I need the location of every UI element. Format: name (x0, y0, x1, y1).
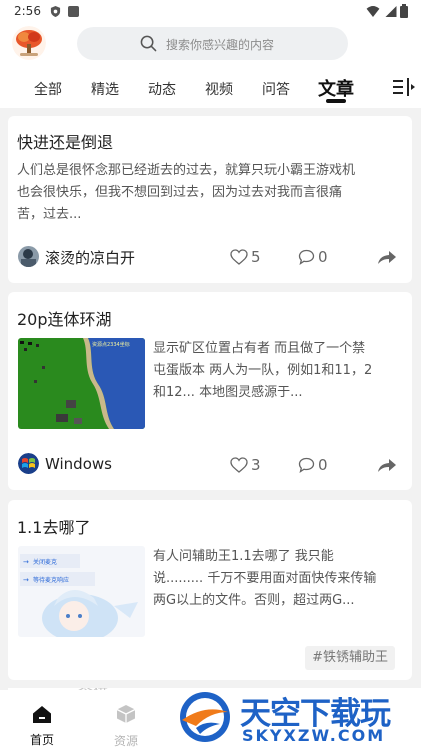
tab-qa[interactable]: 问答 (262, 79, 290, 99)
nav-home[interactable]: 首页 (12, 706, 72, 748)
post-card[interactable]: 快进还是倒退 人们总是很怀念那已经逝去的过去，就算只玩小霸王游戏机 也会很快乐，… (8, 116, 412, 283)
excerpt-line: 人们总是很怀念那已经逝去的过去，就算只玩小霸王游戏机 (17, 163, 356, 178)
watermark-logo (180, 692, 230, 742)
excerpt-line: 显示矿区位置占有者 而且做了一个禁 (153, 341, 366, 356)
like-icon[interactable] (230, 249, 248, 265)
thumb-line: 等待麦克响应 (33, 576, 69, 584)
status-bar: 2:56 (0, 0, 421, 24)
thumb-line: → (23, 576, 29, 584)
watermark-url: SKYXZW.COM (242, 726, 386, 745)
category-tabs: 全部 精选 动态 视频 问答 文章 (0, 66, 421, 108)
nav-resources[interactable]: 资源 (96, 704, 156, 748)
post-thumbnail[interactable]: 资源点2334坐标 (18, 338, 145, 429)
post-title[interactable]: 20p连体环湖 (17, 306, 112, 330)
excerpt-line: 屯蛋版本 两人为一队，例如1和11，2 (153, 363, 373, 378)
like-count: 5 (251, 248, 261, 266)
status-time: 2:56 (14, 4, 41, 18)
tab-video[interactable]: 视频 (205, 79, 233, 99)
excerpt-line: 说......... 千万不要用面对面快传来传输 (153, 571, 377, 586)
author-avatar[interactable] (18, 453, 39, 474)
search-placeholder: 搜索你感兴趣的内容 (166, 38, 275, 52)
post-excerpt: 人们总是很怀念那已经逝去的过去，就算只玩小霸王游戏机 也会很快乐，但我不想回到过… (17, 160, 407, 226)
topic-tag[interactable]: #铁锈辅助王 (305, 646, 395, 670)
shield-status-icon (50, 6, 61, 17)
top-header: 搜索你感兴趣的内容 (0, 24, 421, 66)
comment-icon[interactable] (298, 249, 315, 265)
tab-featured[interactable]: 精选 (91, 79, 119, 99)
post-excerpt: 有人问辅助王1.1去哪了 我只能 说......... 千万不要用面对面快传来传… (153, 546, 405, 612)
home-icon (33, 706, 51, 723)
search-icon (140, 35, 157, 52)
battery-icon (400, 4, 408, 18)
like-count: 3 (251, 456, 261, 474)
tab-activity[interactable]: 动态 (148, 79, 176, 99)
excerpt-line: 苦，过去... (17, 207, 82, 222)
user-avatar[interactable] (12, 26, 46, 60)
nav-home-label: 首页 (29, 733, 54, 747)
excerpt-line: 也会很快乐，但我不想回到过去，因为过去对我而言很痛 (17, 185, 343, 200)
author-name[interactable]: 滚烫的凉白开 (45, 247, 135, 268)
thumb-line: → (23, 558, 29, 566)
like-icon[interactable] (230, 457, 248, 473)
excerpt-line: 和12... 本地图灵感源于... (153, 385, 303, 400)
signal-icon (385, 6, 397, 17)
thumb-caption: 资源点2334坐标 (92, 341, 130, 348)
thumb-line: 关闭麦克 (33, 558, 57, 566)
post-card[interactable]: 20p连体环湖 资源点2334坐标 显示矿区位置占有者 而且做了一个禁 屯蛋版本… (8, 292, 412, 490)
cube-icon (116, 705, 136, 723)
tab-articles[interactable]: 文章 (318, 75, 354, 101)
notification-status-icon (68, 6, 79, 17)
author-avatar[interactable] (18, 246, 39, 267)
comment-count: 0 (318, 456, 328, 474)
comment-count: 0 (318, 248, 328, 266)
site-watermark: 天空下载玩 SKYXZW.COM (170, 688, 421, 748)
comment-icon[interactable] (298, 457, 315, 473)
post-excerpt: 显示矿区位置占有者 而且做了一个禁 屯蛋版本 两人为一队，例如1和11，2 和1… (153, 338, 405, 404)
nav-resources-label: 资源 (113, 734, 138, 748)
post-card[interactable]: 1.1去哪了 → 关闭麦克 → 等待麦克响应 有人问辅助王1.1去哪了 我只能 … (8, 500, 412, 680)
search-bar[interactable]: 搜索你感兴趣的内容 (77, 27, 348, 60)
share-icon[interactable] (378, 459, 396, 472)
share-icon[interactable] (378, 251, 396, 264)
active-tab-indicator (326, 99, 346, 103)
post-title[interactable]: 1.1去哪了 (17, 514, 90, 538)
author-name[interactable]: Windows (45, 455, 112, 473)
excerpt-line: 两G以上的文件。否则，超过两G... (153, 593, 355, 608)
wifi-icon (366, 6, 380, 17)
post-title[interactable]: 快进还是倒退 (17, 129, 113, 153)
tab-menu-icon[interactable] (393, 78, 415, 96)
post-thumbnail[interactable]: → 关闭麦克 → 等待麦克响应 (18, 546, 145, 637)
excerpt-line: 有人问辅助王1.1去哪了 我只能 (153, 549, 334, 564)
tab-all[interactable]: 全部 (34, 79, 62, 99)
